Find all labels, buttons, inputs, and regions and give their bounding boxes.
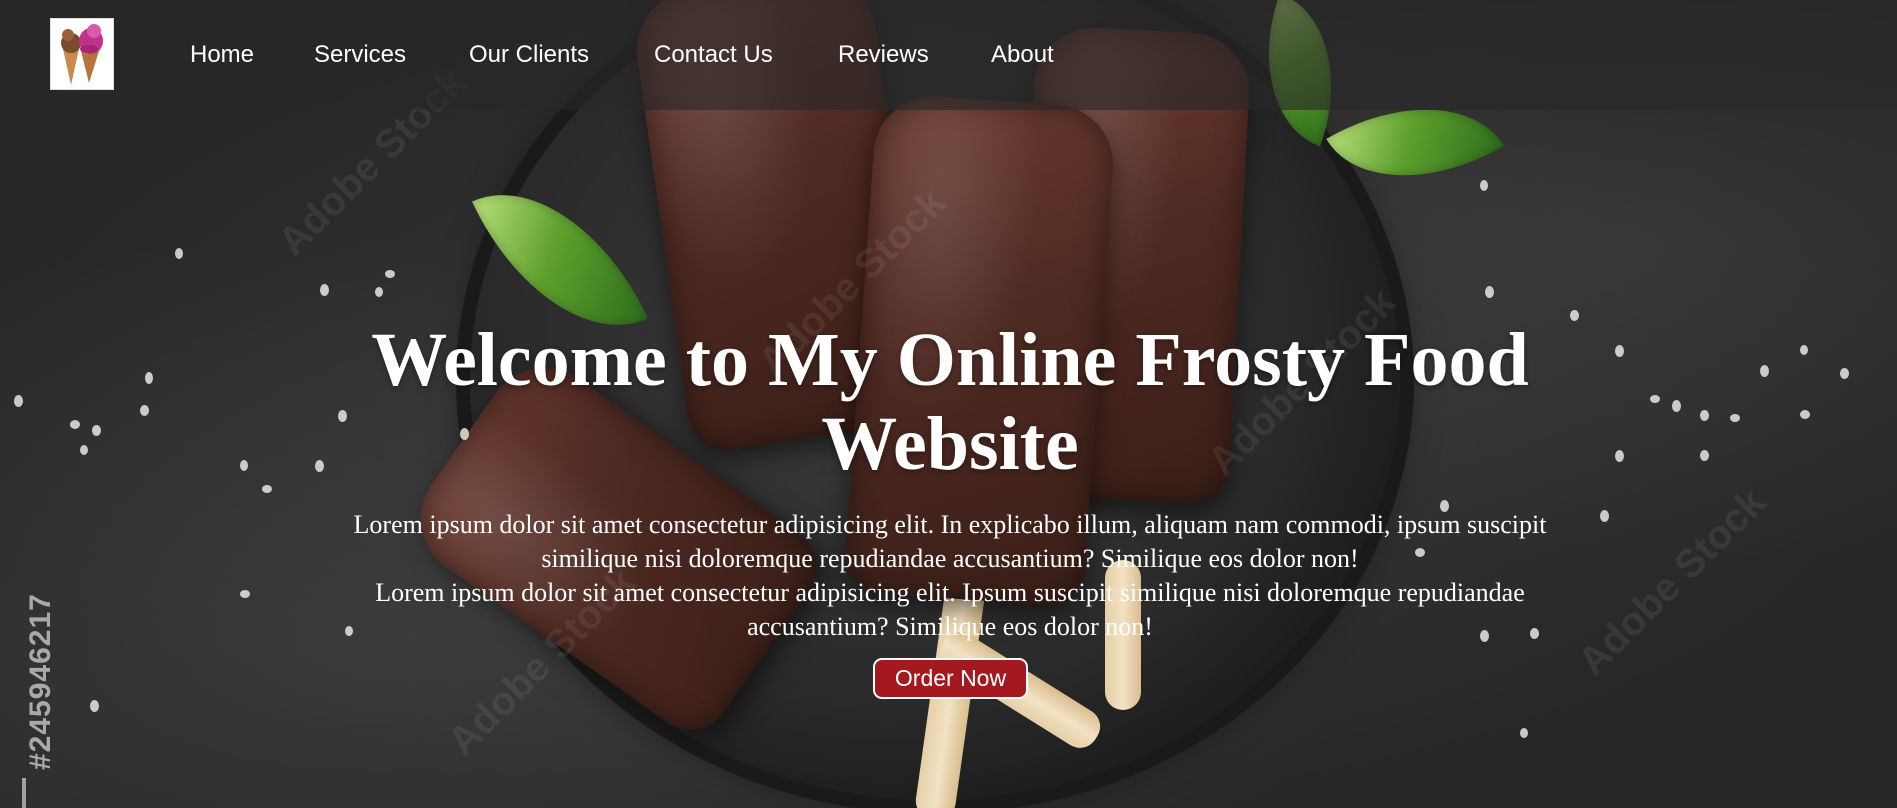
sesame-speck (240, 460, 248, 471)
sesame-speck (145, 372, 153, 384)
sesame-speck (70, 420, 80, 429)
stock-id-watermark: #245946217 (24, 593, 57, 770)
nav-link-reviews[interactable]: Reviews (838, 40, 929, 70)
hero-paragraph-1: Lorem ipsum dolor sit amet consectetur a… (250, 508, 1650, 576)
sesame-speck (262, 485, 272, 493)
ice-cream-cones-icon (61, 24, 103, 85)
sesame-speck (92, 425, 101, 436)
sesame-speck (14, 395, 23, 407)
sesame-speck (1800, 345, 1808, 355)
sesame-speck (1700, 450, 1709, 461)
sesame-speck (1760, 365, 1769, 377)
sesame-speck (1650, 395, 1660, 403)
sesame-speck (375, 287, 383, 297)
hero-section: Adobe Stock Adobe Stock Adobe Stock Adob… (0, 0, 1897, 808)
sesame-speck (90, 700, 99, 712)
nav-link-home[interactable]: Home (190, 40, 254, 70)
sesame-speck (1700, 410, 1709, 421)
sesame-speck (385, 270, 395, 278)
paragraph-2-line-2: accusantium? Similique eos dolor non! (747, 612, 1153, 641)
sesame-speck (80, 445, 88, 455)
sesame-speck (320, 284, 329, 296)
navbar: Home Services Our Clients Contact Us Rev… (0, 0, 1897, 110)
sesame-speck (1800, 410, 1810, 419)
sesame-speck (175, 248, 183, 259)
sesame-speck (1730, 414, 1740, 422)
hero-title: Welcome to My Online Frosty Food Website (371, 318, 1529, 486)
nav-link-services[interactable]: Services (314, 40, 406, 70)
paragraph-1-line-2: similique nisi doloremque repudiandae ac… (541, 544, 1359, 573)
order-now-button[interactable]: Order Now (873, 658, 1028, 699)
watermark-bar (22, 778, 26, 808)
sesame-speck (1480, 180, 1488, 191)
nav-link-contact-us[interactable]: Contact Us (654, 40, 773, 70)
nav-link-about[interactable]: About (991, 40, 1054, 70)
paragraph-1-line-1: Lorem ipsum dolor sit amet consectetur a… (353, 510, 1547, 539)
sesame-speck (1672, 400, 1681, 412)
sesame-speck (1840, 368, 1849, 379)
paragraph-2-line-1: Lorem ipsum dolor sit amet consectetur a… (375, 578, 1525, 607)
hero-paragraph-2: Lorem ipsum dolor sit amet consectetur a… (250, 576, 1650, 644)
sesame-speck (140, 405, 149, 416)
logo[interactable] (50, 18, 114, 90)
sesame-speck (240, 590, 250, 598)
sesame-speck (1485, 286, 1494, 298)
nav-link-our-clients[interactable]: Our Clients (469, 40, 589, 70)
sesame-speck (1520, 728, 1528, 738)
